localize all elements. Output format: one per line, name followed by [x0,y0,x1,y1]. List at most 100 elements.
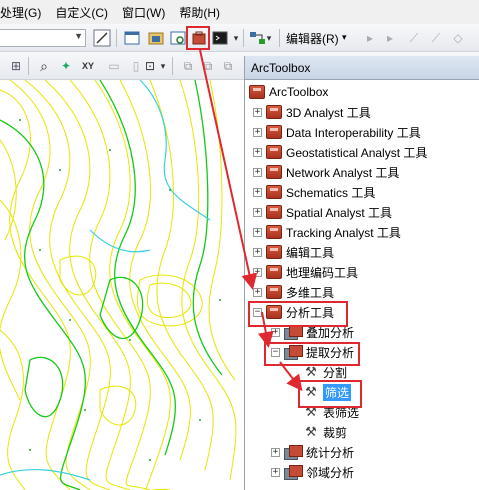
scale-combo[interactable]: ▼ [0,29,86,47]
toolbox-icon [249,85,265,99]
toolset-proximity[interactable]: + 邻域分析 [271,462,354,482]
tool-label: 分割 [323,365,348,380]
expand-icon[interactable]: + [253,167,262,177]
toolset-label: 邻域分析 [306,465,355,480]
grid-icon[interactable]: ⊞ [6,56,26,76]
snapping-icon-2[interactable]: ⧉ [198,56,218,76]
toolbox-label: 3D Analyst 工具 [286,105,371,120]
search-window-icon[interactable] [168,28,188,48]
expand-icon[interactable]: + [253,287,262,297]
menu-help[interactable]: 帮助(H) [175,4,224,21]
endpoint-arc-icon[interactable]: ⟋ [426,28,446,48]
toolbox-label: Schematics 工具 [286,185,376,200]
toolbox-3d-analyst[interactable]: + 3D Analyst 工具 [253,102,371,122]
chevron-down-icon: ▾ [342,32,347,42]
expand-icon[interactable]: + [271,467,280,477]
annotation-box-toolbox-button [186,26,210,50]
tool-clip[interactable]: ⚒ 裁剪 [303,422,347,442]
toolbar-overflow-icon[interactable]: ▾ [158,56,168,76]
expand-icon[interactable]: + [253,107,262,117]
toolbar-separator [28,57,29,75]
expand-icon[interactable]: + [253,147,262,157]
toolbox-geostatistical-analyst[interactable]: + Geostatistical Analyst 工具 [253,142,427,162]
tree-root[interactable]: ArcToolbox [249,82,328,102]
tree-root-label: ArcToolbox [269,85,329,99]
toolbox-network-analyst[interactable]: + Network Analyst 工具 [253,162,399,182]
toolbox-icon [266,265,282,279]
find-route-icon[interactable]: ✦ [56,56,76,76]
measure-icon[interactable]: ▭ [104,56,124,76]
toolbox-label: Network Analyst 工具 [286,165,400,180]
panel-title: ArcToolbox [245,56,479,80]
toolset-statistics[interactable]: + 统计分析 [271,442,354,462]
toolbox-editing[interactable]: + 编辑工具 [253,242,334,262]
map-view[interactable] [0,80,244,490]
menu-windows[interactable]: 窗口(W) [118,4,169,21]
python-window-icon[interactable] [210,28,230,48]
chevron-down-icon: ▼ [74,31,83,41]
annotation-box-analysis-tools [248,301,348,327]
expand-icon[interactable]: + [271,447,280,457]
snapping-icon-3[interactable]: ⧉ [218,56,238,76]
expand-icon[interactable]: + [253,247,262,257]
toolbox-multidimension[interactable]: + 多维工具 [253,282,334,302]
toolbox-geocoding[interactable]: + 地理编码工具 [253,262,358,282]
trace-icon[interactable]: ◇ [448,28,468,48]
table-of-contents-icon[interactable] [122,28,142,48]
toolbox-icon [266,125,282,139]
menu-geoprocessing[interactable]: 处理(G) [0,4,45,21]
toolbox-spatial-analyst[interactable]: + Spatial Analyst 工具 [253,202,392,222]
toolbox-icon [266,145,282,159]
toolbox-icon [266,185,282,199]
toolbox-label: 编辑工具 [286,245,335,260]
toolset-label: 统计分析 [306,445,355,460]
expand-icon[interactable]: + [253,187,262,197]
hammer-icon: ⚒ [305,364,317,379]
editor-menu-button[interactable]: 编辑器(R) [286,30,339,47]
toolset-icon [284,465,303,480]
toolbox-label: 地理编码工具 [286,265,359,280]
toolbox-icon [266,205,282,219]
catalog-icon[interactable] [146,28,166,48]
edit-tool-icon[interactable]: ▸ [360,28,380,48]
expand-icon[interactable]: + [253,207,262,217]
menu-bar: 处理(G) 自定义(C) 窗口(W) 帮助(H) [0,0,479,24]
toolbox-icon [266,105,282,119]
tool-label: 裁剪 [323,425,348,440]
toolbar-overflow-icon[interactable]: ▾ [264,28,274,48]
expand-icon[interactable]: + [253,227,262,237]
snapping-icon[interactable]: ⧉ [178,56,198,76]
toolset-icon [284,445,303,460]
edit-annotation-icon[interactable]: ▸ [380,28,400,48]
expand-icon[interactable]: + [253,267,262,277]
toolbox-icon [266,225,282,239]
editor-toolbar-icon[interactable] [92,28,112,48]
expand-icon[interactable]: + [271,327,280,337]
find-icon[interactable]: ⌕ [34,56,54,76]
toolbar-separator [172,57,173,75]
annotation-box-select [298,380,362,408]
arctoolbox-panel: ArcToolbox ArcToolbox + 3D Analyst 工具 + … [244,56,479,490]
annotation-box-extract [264,342,360,366]
toolbox-icon [266,285,282,299]
toolset-icon [284,325,303,340]
toolbox-label: Tracking Analyst 工具 [286,225,401,240]
go-to-xy-icon[interactable]: XY [78,56,98,76]
toolbox-icon [266,165,282,179]
toolbar-overflow-icon[interactable]: ▾ [231,28,241,48]
toolbox-label: 多维工具 [286,285,335,300]
toolbar-separator [279,29,280,47]
toolbox-data-interoperability[interactable]: + Data Interoperability 工具 [253,122,421,142]
toolbar-separator [243,29,244,47]
menu-customize[interactable]: 自定义(C) [51,4,112,21]
toolbox-schematics[interactable]: + Schematics 工具 [253,182,375,202]
select-elements-icon[interactable]: ⊡ [140,56,160,76]
toolbox-label: Data Interoperability 工具 [286,125,421,140]
toolbox-tracking-analyst[interactable]: + Tracking Analyst 工具 [253,222,401,242]
toolbox-icon [266,245,282,259]
expand-icon[interactable]: + [253,127,262,137]
toolbar-separator [116,29,117,47]
straight-segment-icon[interactable]: ⟋ [404,28,424,48]
hammer-icon: ⚒ [305,424,317,439]
toolbox-label: Geostatistical Analyst 工具 [286,145,428,160]
